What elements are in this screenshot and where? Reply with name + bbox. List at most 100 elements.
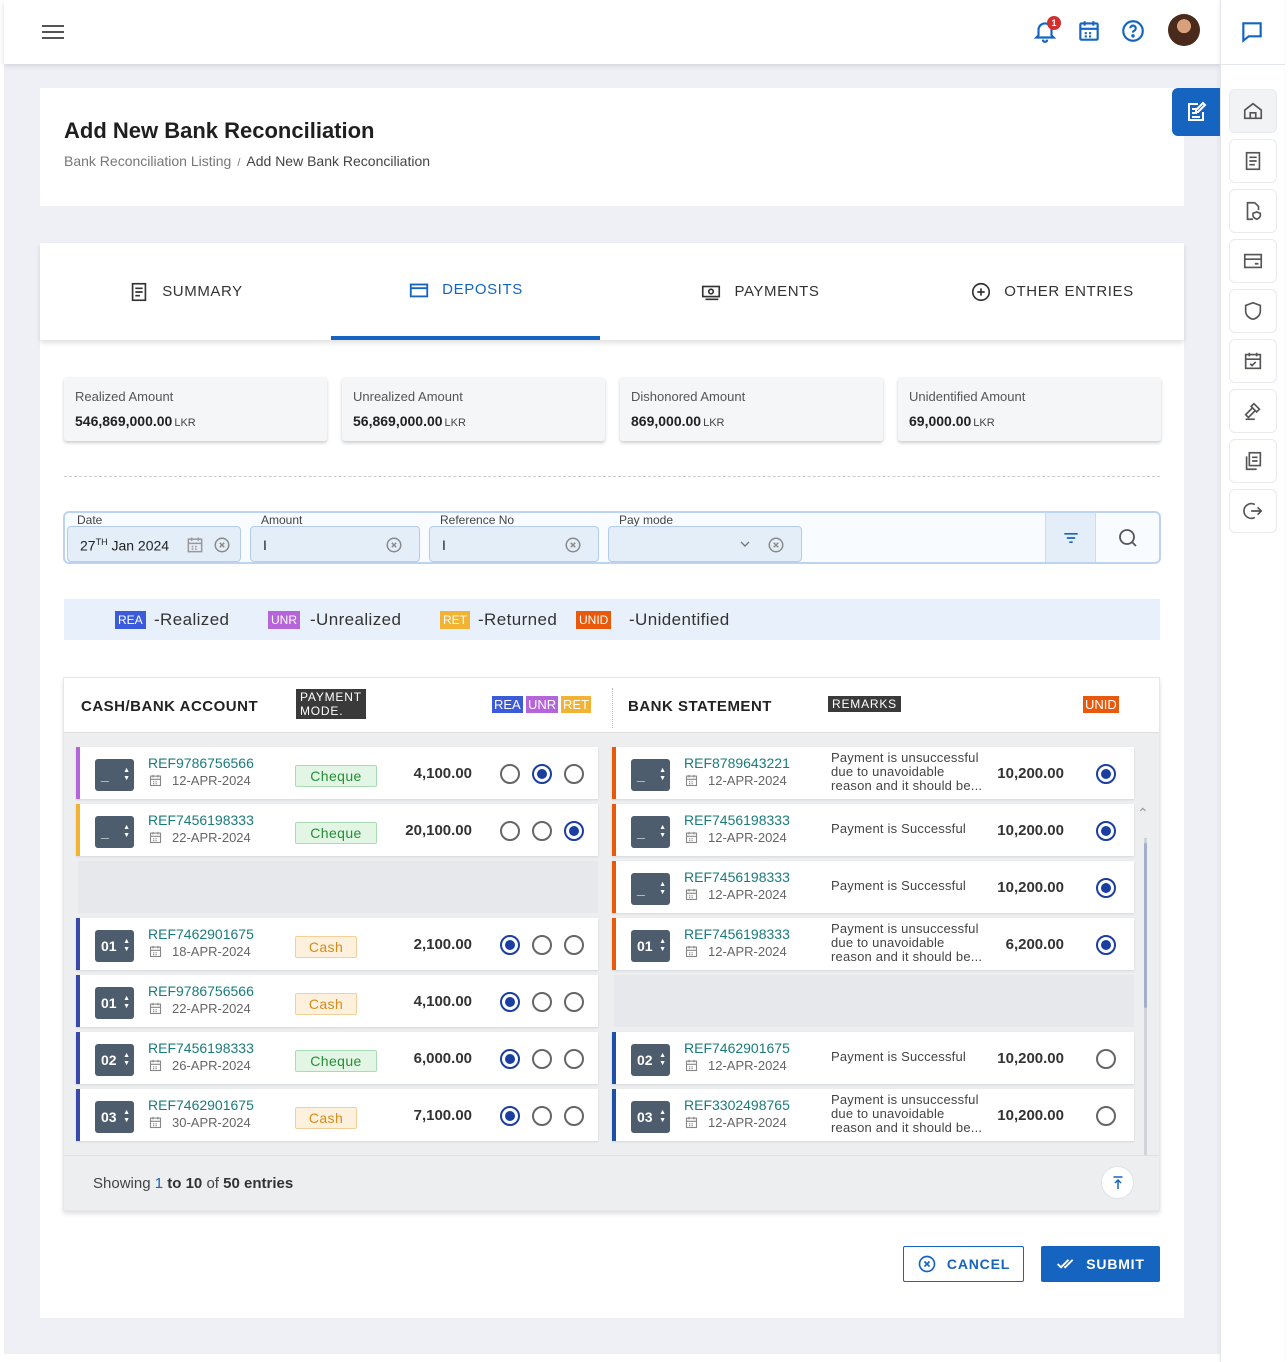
stepper-arrows-icon[interactable]: ▲ ▼ — [123, 824, 130, 840]
filter-icon[interactable] — [1045, 513, 1095, 562]
radio-unrealized[interactable] — [532, 821, 552, 841]
reference-link[interactable]: REF7462901675 — [684, 1040, 790, 1056]
radio-unidentified[interactable] — [1096, 821, 1116, 841]
shield-icon[interactable] — [1229, 289, 1277, 333]
radio-realized[interactable] — [500, 992, 520, 1012]
reference-link[interactable]: REF7456198333 — [148, 1040, 254, 1056]
tab-summary[interactable]: SUMMARY — [40, 243, 331, 340]
radio-unidentified[interactable] — [1096, 764, 1116, 784]
table-row[interactable]: _ ▲ ▼ REF9786756566 12-APR-2024 Cheque 4,100.0… — [76, 747, 598, 799]
search-icon[interactable] — [1095, 513, 1159, 562]
reference-link[interactable]: REF7456198333 — [684, 869, 790, 885]
radio-unidentified[interactable] — [1096, 878, 1116, 898]
tab-deposits[interactable]: DEPOSITS — [331, 243, 600, 340]
radio-unidentified[interactable] — [1096, 1049, 1116, 1069]
table-row[interactable]: _ ▲ ▼ REF8789643221 12-APR-2024 Payment is un… — [612, 747, 1134, 799]
calendar-icon[interactable] — [185, 535, 205, 555]
calendar-icon[interactable] — [1076, 18, 1102, 44]
gavel-icon[interactable] — [1229, 389, 1277, 433]
stepper-arrows-icon[interactable]: ▲ ▼ — [659, 767, 666, 783]
scrollbar-thumb[interactable] — [1144, 843, 1147, 1008]
stepper-arrows-icon[interactable]: ▲ ▼ — [659, 938, 666, 954]
reference-link[interactable]: REF9786756566 — [148, 755, 254, 771]
breadcrumb-link[interactable]: Bank Reconciliation Listing — [64, 153, 231, 169]
row-number-stepper[interactable]: _ ▲ ▼ — [95, 759, 134, 791]
radio-returned[interactable] — [564, 992, 584, 1012]
scroll-top-button[interactable] — [1101, 1166, 1134, 1199]
stepper-arrows-icon[interactable]: ▲ ▼ — [123, 995, 130, 1011]
table-row[interactable]: _ ▲ ▼ REF7456198333 12-APR-2024 Payment is Su… — [612, 861, 1134, 913]
stepper-arrows-icon[interactable]: ▲ ▼ — [659, 881, 666, 897]
radio-returned[interactable] — [564, 1049, 584, 1069]
radio-realized[interactable] — [500, 1106, 520, 1126]
stepper-arrows-icon[interactable]: ▲ ▼ — [123, 1109, 130, 1125]
copy-document-icon[interactable] — [1229, 439, 1277, 483]
reference-link[interactable]: REF7462901675 — [148, 926, 254, 942]
stepper-arrows-icon[interactable]: ▲ ▼ — [123, 767, 130, 783]
stepper-arrows-icon[interactable]: ▲ ▼ — [123, 1052, 130, 1068]
row-number-stepper[interactable]: _ ▲ ▼ — [95, 816, 134, 848]
tab-payments[interactable]: PAYMENTS — [600, 243, 920, 340]
table-row[interactable]: _ ▲ ▼ REF7456198333 22-APR-2024 Cheque 20,100.… — [76, 804, 598, 856]
document-icon[interactable] — [1229, 139, 1277, 183]
reference-link[interactable]: REF7462901675 — [148, 1097, 254, 1113]
amount-input[interactable]: I — [250, 526, 420, 562]
row-number-stepper[interactable]: 02 ▲ ▼ — [631, 1044, 670, 1076]
clear-icon[interactable] — [213, 536, 231, 554]
radio-realized[interactable] — [500, 935, 520, 955]
tab-other-entries[interactable]: OTHER ENTRIES — [920, 243, 1184, 340]
clear-icon[interactable] — [767, 536, 785, 554]
file-shield-icon[interactable] — [1229, 189, 1277, 233]
table-row[interactable]: 01 ▲ ▼ REF7456198333 12-APR-2024 Payment is u… — [612, 918, 1134, 970]
date-field[interactable]: 27TH Jan 2024 — [67, 526, 241, 562]
hamburger-icon[interactable] — [42, 22, 64, 42]
radio-unrealized[interactable] — [532, 1106, 552, 1126]
table-row[interactable]: 02 ▲ ▼ REF7456198333 26-APR-2024 Cheque 6,000.… — [76, 1032, 598, 1084]
chevron-up-icon[interactable]: ⌃ — [1137, 805, 1149, 822]
row-number-stepper[interactable]: _ ▲ ▼ — [631, 816, 670, 848]
table-row[interactable]: _ ▲ ▼ REF7456198333 12-APR-2024 Payment is Su… — [612, 804, 1134, 856]
radio-unidentified[interactable] — [1096, 935, 1116, 955]
chevron-down-icon[interactable] — [737, 536, 753, 552]
table-row[interactable]: 01 ▲ ▼ REF9786756566 22-APR-2024 Cash 4,100.00 — [76, 975, 598, 1027]
radio-unrealized[interactable] — [532, 992, 552, 1012]
reference-link[interactable]: REF7456198333 — [684, 926, 790, 942]
help-icon[interactable] — [1120, 18, 1146, 44]
radio-returned[interactable] — [564, 1106, 584, 1126]
card-icon[interactable] — [1229, 239, 1277, 283]
radio-unrealized[interactable] — [532, 1049, 552, 1069]
stepper-arrows-icon[interactable]: ▲ ▼ — [123, 938, 130, 954]
radio-unrealized[interactable] — [532, 935, 552, 955]
radio-unidentified[interactable] — [1096, 1106, 1116, 1126]
row-number-stepper[interactable]: 01 ▲ ▼ — [95, 930, 134, 962]
edit-note-icon[interactable] — [1172, 88, 1220, 136]
row-number-stepper[interactable]: 01 ▲ ▼ — [631, 930, 670, 962]
cancel-button[interactable]: CANCEL — [903, 1246, 1024, 1282]
table-row[interactable]: 02 ▲ ▼ REF7462901675 12-APR-2024 Payment is S… — [612, 1032, 1134, 1084]
table-row[interactable]: 03 ▲ ▼ REF7462901675 30-APR-2024 Cash 7,100.00 — [76, 1089, 598, 1141]
clear-icon[interactable] — [385, 536, 403, 554]
row-number-stepper[interactable]: 01 ▲ ▼ — [95, 987, 134, 1019]
row-number-stepper[interactable]: 02 ▲ ▼ — [95, 1044, 134, 1076]
radio-unrealized[interactable] — [532, 764, 552, 784]
chat-icon[interactable] — [1239, 18, 1265, 46]
clear-icon[interactable] — [564, 536, 582, 554]
radio-returned[interactable] — [564, 764, 584, 784]
reference-link[interactable]: REF8789643221 — [684, 755, 790, 771]
row-number-stepper[interactable]: 03 ▲ ▼ — [631, 1101, 670, 1133]
avatar[interactable] — [1168, 14, 1200, 46]
row-number-stepper[interactable]: 03 ▲ ▼ — [95, 1101, 134, 1133]
calendar-check-icon[interactable] — [1229, 339, 1277, 383]
table-row[interactable]: 01 ▲ ▼ REF7462901675 18-APR-2024 Cash 2,100.00 — [76, 918, 598, 970]
reference-input[interactable]: I — [429, 526, 599, 562]
radio-realized[interactable] — [500, 1049, 520, 1069]
row-number-stepper[interactable]: _ ▲ ▼ — [631, 873, 670, 905]
pay-mode-select[interactable] — [608, 526, 802, 562]
stepper-arrows-icon[interactable]: ▲ ▼ — [659, 1109, 666, 1125]
home-icon[interactable] — [1229, 89, 1277, 133]
row-number-stepper[interactable]: _ ▲ ▼ — [631, 759, 670, 791]
radio-realized[interactable] — [500, 764, 520, 784]
radio-returned[interactable] — [564, 821, 584, 841]
radio-realized[interactable] — [500, 821, 520, 841]
reference-link[interactable]: REF3302498765 — [684, 1097, 790, 1113]
